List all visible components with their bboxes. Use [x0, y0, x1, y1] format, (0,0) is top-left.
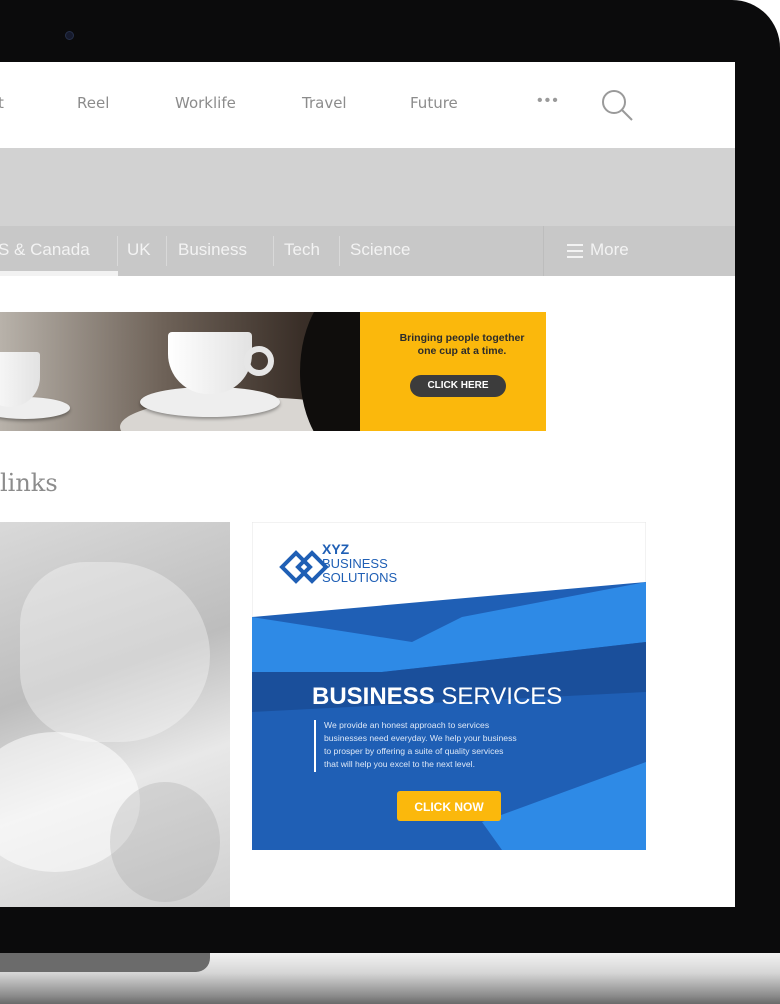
subnav-item-science[interactable]: Science [350, 240, 410, 260]
banner-tagline-line1: Bringing people together [399, 332, 525, 344]
business-services-ad[interactable]: XYZ BUSINESS SOLUTIONS BUSINESS SERVICES… [252, 522, 646, 850]
click-now-label[interactable]: CLICK NOW [414, 800, 484, 814]
banner-yellow-panel [360, 312, 546, 431]
logo-line1: XYZ [322, 541, 350, 557]
banner-tagline-line2: one cup at a time. [417, 345, 507, 357]
subnav-item-tech[interactable]: Tech [284, 240, 320, 260]
section-heading: links [0, 469, 58, 497]
ad-body-line4: that will help you excel to the next lev… [324, 759, 475, 769]
nav-item-reel[interactable]: Reel [77, 94, 109, 112]
banner-tagline: Bringing people together one cup at a ti… [378, 332, 546, 358]
webcam-icon [65, 31, 74, 40]
laptop-hinge [0, 952, 210, 972]
subnav-item-uk[interactable]: UK [127, 240, 151, 260]
article-photo[interactable] [0, 522, 230, 907]
subnav-item-us-canada[interactable]: S & Canada [0, 240, 90, 260]
masthead-band [0, 148, 735, 226]
ad-body-line2: businesses need everyday. We help your b… [324, 733, 517, 743]
subnav-divider [273, 236, 274, 266]
top-navigation: t Reel Worklife Travel Future ••• [0, 62, 735, 148]
search-icon[interactable] [598, 86, 638, 126]
nav-item-partial[interactable]: t [0, 94, 4, 112]
subnav-divider [166, 236, 167, 266]
subnav-item-business[interactable]: Business [178, 240, 247, 260]
screen-bottom-bezel [0, 907, 780, 953]
nav-item-worklife[interactable]: Worklife [175, 94, 236, 112]
subnav-divider [339, 236, 340, 266]
ad-headline: BUSINESS SERVICES [312, 683, 562, 710]
section-navigation: S & Canada UK Business Tech Science More [0, 226, 735, 276]
more-dots-icon[interactable]: ••• [537, 92, 560, 110]
hamburger-icon[interactable] [567, 244, 583, 258]
browser-screen: t Reel Worklife Travel Future ••• S & Ca… [0, 62, 735, 907]
logo-line3: SOLUTIONS [322, 570, 397, 585]
coffee-banner-ad[interactable]: Bringing people together one cup at a ti… [0, 312, 546, 431]
logo-line2: BUSINESS [322, 556, 388, 571]
subnav-more[interactable]: More [590, 240, 629, 260]
nav-item-future[interactable]: Future [410, 94, 458, 112]
ad-body-line3: to prosper by offering a suite of qualit… [324, 746, 503, 756]
ad-body-line1: We provide an honest approach to service… [324, 720, 489, 730]
nav-item-travel[interactable]: Travel [302, 94, 347, 112]
click-here-button[interactable]: CLICK HERE [410, 375, 506, 397]
active-tab-indicator [0, 271, 118, 276]
subnav-divider [117, 236, 118, 266]
subnav-divider [543, 226, 544, 276]
